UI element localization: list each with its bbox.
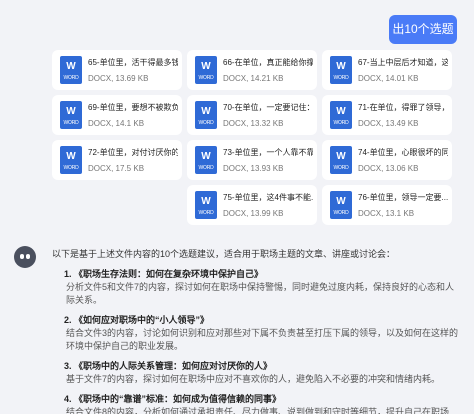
topic-title: 3. 《职场中的人际关系管理：如何应对讨厌你的人》: [64, 361, 273, 371]
topic-item: 3. 《职场中的人际关系管理：如何应对讨厌你的人》基于文件7的内容，探讨如何在职…: [52, 360, 462, 386]
file-meta: DOCX, 13.06 KB: [358, 164, 419, 173]
topic-title: 1. 《职场生存法则：如何在复杂环境中保护自己》: [64, 269, 264, 279]
word-file-icon: W WORD: [330, 56, 352, 84]
file-meta: DOCX, 13.49 KB: [358, 119, 419, 128]
file-card[interactable]: W WORD 65-单位里，活干得最多钱... DOCX, 13.69 KB: [52, 50, 182, 90]
assistant-answer: 以下是基于上述文件内容的10个选题建议，适合用于职场主题的文章、讲座或讨论会： …: [52, 248, 462, 414]
file-meta: DOCX, 14.1 KB: [88, 119, 145, 128]
file-name: 71-在单位，得罪了领导，...: [358, 103, 448, 112]
file-icon-letter: W: [66, 151, 76, 162]
file-name: 67-当上中层后才知道，这...: [358, 58, 448, 67]
word-file-icon: W WORD: [330, 101, 352, 129]
file-card[interactable]: W WORD 66-在单位，真正能给你撑... DOCX, 14.21 KB: [187, 50, 317, 90]
word-file-icon: W WORD: [60, 56, 82, 84]
file-name: 73-单位里，一个人靠不靠...: [223, 148, 313, 157]
word-file-icon: W WORD: [195, 101, 217, 129]
word-file-icon: W WORD: [330, 191, 352, 219]
file-card[interactable]: W WORD 74-单位里，心眼很坏的同... DOCX, 13.06 KB: [322, 140, 452, 180]
file-icon-type: WORD: [333, 165, 349, 171]
file-icon-letter: W: [201, 196, 211, 207]
file-icon-type: WORD: [198, 120, 214, 126]
topic-description: 结合文件3的内容，讨论如何识别和应对那些对下属不负责甚至打压下属的领导，以及如何…: [66, 328, 459, 351]
topic-item: 2. 《如何应对职场中的“小人领导”》结合文件3的内容，讨论如何识别和应对那些对…: [52, 314, 462, 353]
file-name: 72-单位里，对付讨厌你的...: [88, 148, 178, 157]
topic-title: 2. 《如何应对职场中的“小人领导”》: [64, 315, 210, 325]
word-file-icon: W WORD: [60, 101, 82, 129]
file-card[interactable]: W WORD 72-单位里，对付讨厌你的... DOCX, 17.5 KB: [52, 140, 182, 180]
file-name: 70-在单位，一定要记住：...: [223, 103, 313, 112]
file-meta: DOCX, 13.69 KB: [88, 74, 149, 83]
assistant-avatar-icon: [14, 246, 36, 268]
word-file-icon: W WORD: [60, 146, 82, 174]
topic-item: 1. 《职场生存法则：如何在复杂环境中保护自己》分析文件5和文件7的内容，探讨如…: [52, 268, 462, 307]
topic-item: 4. 《职场中的“靠谱”标准：如何成为值得信赖的同事》结合文件8的内容，分析如何…: [52, 393, 462, 414]
file-icon-letter: W: [201, 61, 211, 72]
file-name: 75-单位里，这4件事不能...: [223, 193, 313, 202]
file-icon-type: WORD: [198, 75, 214, 81]
file-card[interactable]: W WORD 75-单位里，这4件事不能... DOCX, 13.99 KB: [187, 185, 317, 225]
topic-description: 结合文件8的内容，分析如何通过承担责任、尽力做事、说到做到和守时等细节，提升自己…: [66, 407, 450, 414]
file-icon-letter: W: [66, 61, 76, 72]
word-file-icon: W WORD: [330, 146, 352, 174]
file-icon-letter: W: [201, 106, 211, 117]
file-name: 74-单位里，心眼很坏的同...: [358, 148, 448, 157]
file-icon-letter: W: [66, 106, 76, 117]
word-file-icon: W WORD: [195, 56, 217, 84]
topic-title: 4. 《职场中的“靠谱”标准：如何成为值得信赖的同事》: [64, 394, 282, 404]
file-icon-letter: W: [336, 106, 346, 117]
file-icon-type: WORD: [63, 165, 79, 171]
file-name: 76-单位里，领导一定要...: [358, 193, 448, 202]
file-name: 66-在单位，真正能给你撑...: [223, 58, 313, 67]
file-icon-letter: W: [336, 151, 346, 162]
file-icon-type: WORD: [63, 120, 79, 126]
file-icon-type: WORD: [333, 75, 349, 81]
file-icon-type: WORD: [198, 165, 214, 171]
file-icon-type: WORD: [198, 210, 214, 216]
file-name: 69-单位里，要想不被欺负...: [88, 103, 178, 112]
file-card[interactable]: W WORD 70-在单位，一定要记住：... DOCX, 13.32 KB: [187, 95, 317, 135]
file-meta: DOCX, 13.1 KB: [358, 209, 415, 218]
file-card[interactable]: W WORD 67-当上中层后才知道，这... DOCX, 14.01 KB: [322, 50, 452, 90]
answer-intro: 以下是基于上述文件内容的10个选题建议，适合用于职场主题的文章、讲座或讨论会：: [52, 249, 396, 259]
file-name: 65-单位里，活干得最多钱...: [88, 58, 178, 67]
file-icon-letter: W: [336, 61, 346, 72]
topic-description: 分析文件5和文件7的内容，探讨如何在职场中保持警惕，同时避免过度内耗，保持良好的…: [66, 282, 455, 305]
file-icon-letter: W: [336, 196, 346, 207]
word-file-icon: W WORD: [195, 146, 217, 174]
file-icon-type: WORD: [63, 75, 79, 81]
file-icon-type: WORD: [333, 210, 349, 216]
file-meta: DOCX, 14.01 KB: [358, 74, 419, 83]
file-card[interactable]: W WORD 69-单位里，要想不被欺负... DOCX, 14.1 KB: [52, 95, 182, 135]
file-meta: DOCX, 13.93 KB: [223, 164, 284, 173]
file-card[interactable]: W WORD 71-在单位，得罪了领导，... DOCX, 13.49 KB: [322, 95, 452, 135]
file-icon-type: WORD: [333, 120, 349, 126]
file-meta: DOCX, 14.21 KB: [223, 74, 284, 83]
topic-list: 1. 《职场生存法则：如何在复杂环境中保护自己》分析文件5和文件7的内容，探讨如…: [52, 268, 462, 414]
user-message-bubble: 出10个选题: [389, 15, 457, 44]
file-meta: DOCX, 13.32 KB: [223, 119, 284, 128]
word-file-icon: W WORD: [195, 191, 217, 219]
topic-description: 基于文件7的内容，探讨如何在职场中应对不喜欢你的人，避免陷入不必要的冲突和情绪内…: [66, 374, 441, 384]
file-icon-letter: W: [201, 151, 211, 162]
file-card[interactable]: W WORD 76-单位里，领导一定要... DOCX, 13.1 KB: [322, 185, 452, 225]
file-meta: DOCX, 13.99 KB: [223, 209, 284, 218]
file-meta: DOCX, 17.5 KB: [88, 164, 145, 173]
file-card[interactable]: W WORD 73-单位里，一个人靠不靠... DOCX, 13.93 KB: [187, 140, 317, 180]
